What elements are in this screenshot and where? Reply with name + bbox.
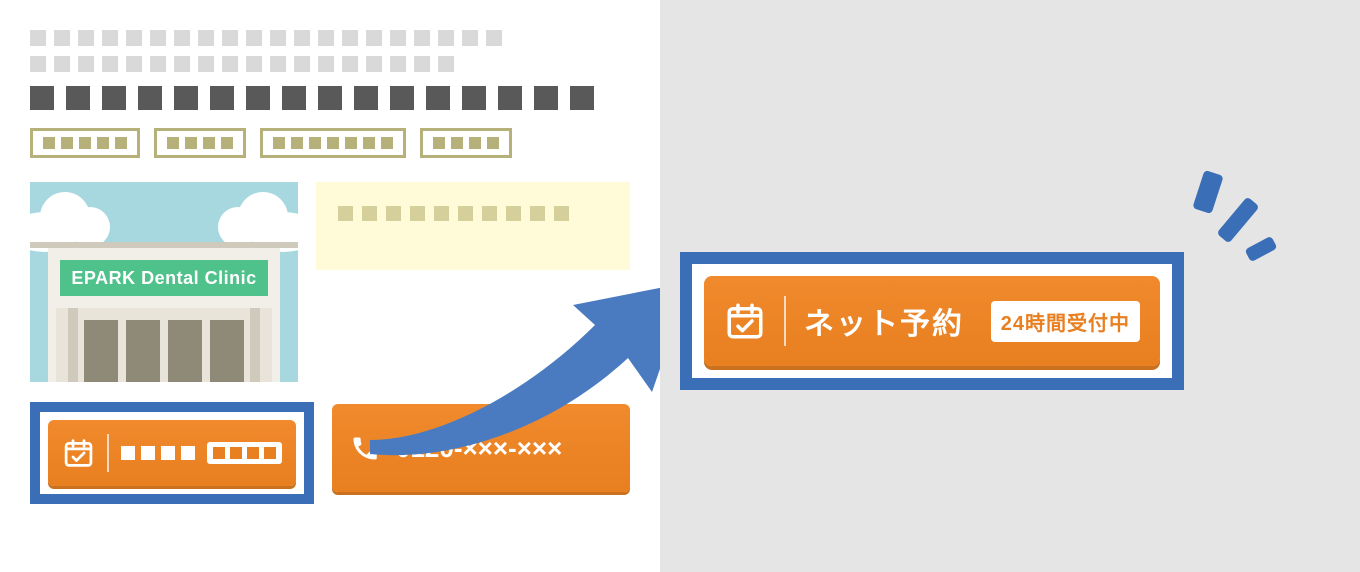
- reserve-button-large[interactable]: ネット予約 24時間受付中: [704, 276, 1160, 366]
- tag-row: [30, 128, 630, 158]
- clinic-sign: EPARK Dental Clinic: [60, 260, 268, 296]
- clinic-illustration: EPARK Dental Clinic: [30, 182, 298, 382]
- diagram-stage: EPARK Dental Clinic: [0, 0, 1360, 572]
- description-placeholder: [316, 182, 630, 270]
- placeholder-text-row: [30, 56, 630, 72]
- reserve-badge-placeholder: [207, 442, 282, 464]
- phone-button[interactable]: 0120-×××-×××: [332, 404, 630, 492]
- phone-number: 0120-×××-×××: [396, 433, 562, 464]
- emphasis-lines-icon: [1158, 172, 1278, 262]
- calendar-check-icon: [724, 300, 766, 342]
- reserve-button-badge: 24時間受付中: [991, 301, 1140, 342]
- reserve-button-small[interactable]: [48, 420, 296, 486]
- tag-chip: [260, 128, 406, 158]
- reserve-button-label: ネット予約: [804, 299, 964, 343]
- tag-chip: [30, 128, 140, 158]
- reserve-label-placeholder: [121, 446, 195, 460]
- placeholder-heading-row: [30, 86, 630, 110]
- placeholder-text-row: [30, 30, 630, 46]
- tag-chip: [154, 128, 246, 158]
- reserve-button-callout: ネット予約 24時間受付中: [680, 252, 1184, 390]
- reserve-button-highlight: [30, 402, 314, 504]
- phone-icon: [350, 433, 380, 463]
- tag-chip: [420, 128, 512, 158]
- calendar-check-icon: [62, 436, 95, 470]
- zoom-panel: ネット予約 24時間受付中: [660, 0, 1360, 572]
- mock-page-panel: EPARK Dental Clinic: [0, 0, 660, 572]
